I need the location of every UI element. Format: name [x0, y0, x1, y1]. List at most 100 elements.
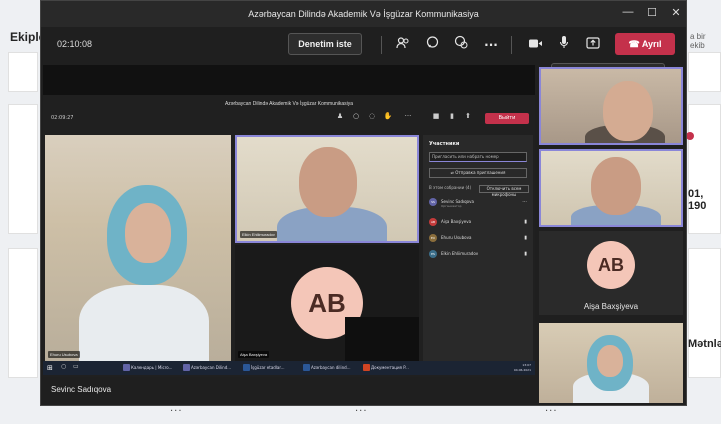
background-card [8, 52, 38, 92]
maximize-button[interactable]: ☐ [643, 6, 661, 22]
taskbar-item: Документация P... [363, 363, 409, 373]
taskbar-date: 04.06.2021 [513, 368, 531, 372]
toolbar-divider [381, 36, 382, 54]
more-icon[interactable]: ··· [170, 406, 183, 417]
taskbar-clock: 13:07 04.06.2021 [514, 363, 531, 373]
meeting-timer: 02:10:08 [57, 39, 93, 49]
participant-row: EU Ehuru Usubova ▮ [429, 233, 529, 245]
share-icon[interactable] [583, 35, 603, 55]
background-card [8, 104, 38, 234]
participant-video[interactable] [539, 67, 683, 145]
meeting-window: Azərbaycan Dilində Akademik Və İşgüzar K… [40, 0, 687, 406]
mic-icon: ▮ [524, 235, 527, 241]
background-link[interactable]: a bir ekib [690, 32, 721, 50]
close-button[interactable]: ✕ [667, 6, 685, 22]
search-icon: ○ [61, 363, 67, 370]
share-icon: ⬆ [465, 112, 471, 120]
participant-name: Ehuru Usubova [441, 235, 472, 240]
background-card [688, 104, 721, 234]
shared-timer: 02:09:27 [51, 115, 74, 121]
taskbar-item-label: Календарь | Micro... [131, 365, 173, 370]
camera-icon[interactable] [525, 35, 545, 55]
minimize-button[interactable]: — [619, 6, 637, 22]
background-card [688, 52, 721, 92]
participant-avatar: AB [429, 218, 437, 226]
taskbar-item-label: İşgüzar etadlar... [251, 365, 285, 370]
participant-avatar-tile: AB Aişa Baxşiyeva [235, 245, 419, 361]
taskbar-item: Azərbaycan dilind... [303, 363, 351, 373]
participant-video: Elkin Ehliimuradov [235, 135, 419, 243]
reactions-icon: ◌ [368, 112, 376, 120]
notification-badge [686, 132, 694, 140]
mute-all-button: Отключить всем микрофоны [479, 185, 529, 197]
send-invite-button: ⇌ Отправка приглашения [429, 168, 527, 178]
taskbar-item-label: Azərbaycan dilind... [311, 365, 351, 370]
chat-icon[interactable] [422, 35, 442, 55]
participant-row: ES Elkin Ehliimuradov ▮ [429, 249, 529, 261]
participant-role: Организатор [441, 204, 462, 208]
shared-toolbar: 02:09:27 ♟ ○ ◌ ✋ ··· ■ ▮ ⬆ Выйти [43, 107, 535, 129]
mic-icon[interactable] [554, 35, 574, 55]
background-card [688, 248, 721, 378]
participant-video[interactable] [539, 323, 683, 403]
task-view-icon: ▭ [73, 363, 79, 370]
self-view-tile [345, 317, 419, 361]
shared-screen: Azərbaycan Dilində Akademik Və İşgüzar K… [43, 95, 535, 377]
title-bar: Azərbaycan Dilində Akademik Və İşgüzar K… [41, 1, 686, 27]
mic-icon: ▮ [524, 251, 527, 257]
participant-avatar: AB [587, 241, 635, 289]
mic-icon: ▮ [524, 219, 527, 225]
panel-title: Участники [429, 141, 460, 147]
reactions-icon[interactable] [451, 35, 471, 55]
taskbar-item: İşgüzar etadlar... [243, 363, 284, 373]
participant-name-tag: Ehuru Usubova [48, 351, 80, 358]
person-body [79, 285, 209, 361]
taskbar-item-label: Документация P... [371, 365, 409, 370]
hand-icon: ✋ [383, 112, 393, 120]
face [603, 81, 653, 141]
people-icon[interactable] [393, 35, 413, 55]
participant-avatar: ES [429, 250, 437, 258]
taskbar-item: Календарь | Micro... [123, 363, 172, 373]
participants-panel: Участники Пригласить или набрать номер ⇌… [423, 135, 533, 361]
meeting-toolbar: 02:10:08 Denetim iste ··· ☎ Ayrıl [41, 27, 686, 63]
send-invite-label: Отправка приглашения [455, 170, 506, 175]
windows-start-icon: ⊞ [47, 364, 53, 372]
more-icon[interactable]: ··· [545, 406, 558, 417]
more-icon: ··· [404, 112, 412, 120]
participant-video[interactable] [539, 149, 683, 227]
participant-row: AB Aişa Baxşiyeva ▮ [429, 217, 529, 229]
participants-section: В этом собрании (4) [429, 185, 472, 190]
face [597, 345, 623, 377]
more-icon[interactable]: ··· [355, 406, 368, 417]
taskbar-item: Azərbaycan Dilind... [183, 363, 231, 373]
participant-avatar: SS [429, 198, 437, 206]
background-card [8, 248, 38, 378]
participant-video: Ehuru Usubova [45, 135, 231, 361]
request-control-button[interactable]: Denetim iste [288, 33, 362, 55]
face [299, 147, 357, 217]
chat-icon: ○ [352, 112, 360, 120]
people-icon: ♟ [336, 112, 344, 120]
participant-name-tag: Aişa Baxşiyeva [238, 351, 270, 358]
camera-icon: ■ [432, 112, 440, 120]
face [125, 203, 171, 263]
toolbar-divider [511, 36, 512, 54]
participant-row: SS Sevinc Sadıqova Организатор ··· [429, 197, 529, 209]
shared-taskbar: ⊞ ○ ▭ Календарь | Micro... Azərbaycan Di… [43, 361, 535, 375]
face [591, 157, 641, 215]
leave-button[interactable]: ☎ Ayrıl [615, 33, 675, 55]
participant-avatar: EU [429, 234, 437, 242]
participant-name: Aişa Baxşiyeva [583, 302, 639, 311]
more-icon: ··· [522, 199, 527, 205]
background-text: Mətnlər [688, 338, 721, 350]
taskbar-item-label: Azərbaycan Dilind... [191, 365, 232, 370]
shared-screen-stage: Azərbaycan Dilində Akademik Və İşgüzar K… [43, 65, 535, 394]
more-icon[interactable]: ··· [481, 35, 501, 55]
presenter-name: Sevinc Sadıqova [51, 385, 112, 394]
leave-button-label: Ayrıl [641, 39, 662, 49]
participant-name-tag: Elkin Ehliimuradov [240, 231, 277, 238]
mic-icon: ▮ [450, 112, 454, 120]
participant-avatar-tile[interactable]: AB Aişa Baxşiyeva [539, 231, 683, 315]
background-text: 01, 190 [688, 188, 707, 212]
